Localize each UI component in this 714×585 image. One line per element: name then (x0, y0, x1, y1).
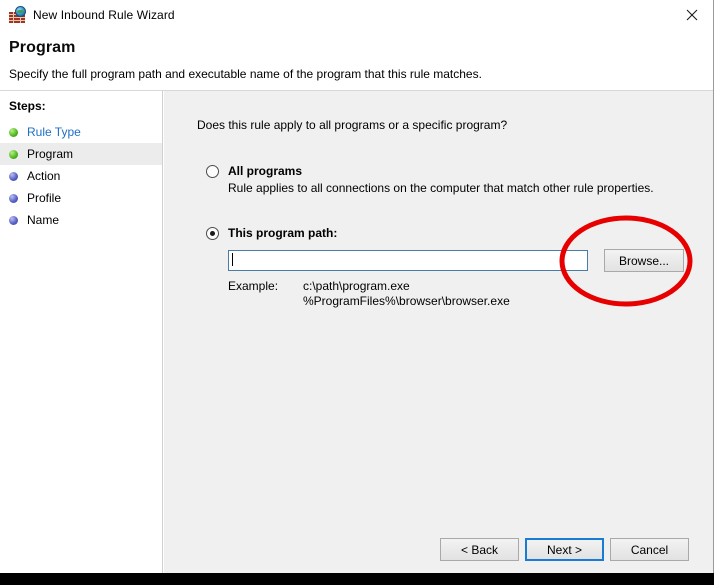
page-title: Program (9, 39, 76, 56)
window-title: New Inbound Rule Wizard (33, 7, 175, 22)
sidebar-item-label: Rule Type (27, 125, 81, 139)
steps-heading: Steps: (9, 99, 46, 113)
title-bar: New Inbound Rule Wizard (0, 0, 713, 29)
sidebar-item-program[interactable]: Program (0, 143, 162, 165)
back-button[interactable]: < Back (440, 538, 519, 561)
step-bullet-icon (9, 193, 18, 203)
program-path-row: Browse... (228, 249, 684, 272)
browse-button[interactable]: Browse... (604, 249, 684, 272)
question-text: Does this rule apply to all programs or … (197, 118, 508, 132)
sidebar-item-label: Name (27, 213, 60, 227)
footer-bar: < Back Next > Cancel (164, 521, 713, 573)
program-path-input[interactable] (228, 250, 588, 271)
sidebar-item-label: Action (27, 169, 61, 183)
step-bullet-icon (9, 215, 18, 225)
example-block: Example: c:\path\program.exe %ProgramFil… (228, 278, 510, 308)
example-value: %ProgramFiles%\browser\browser.exe (303, 293, 510, 308)
option-label: All programs (228, 164, 303, 178)
firewall-icon (9, 5, 26, 23)
step-bullet-icon (9, 171, 18, 181)
example-value: c:\path\program.exe (303, 278, 410, 293)
page-header: Program Specify the full program path an… (0, 29, 713, 91)
wizard-window: New Inbound Rule Wizard Program Specify … (0, 0, 714, 573)
steps-list: Rule Type Program Action Profile Name (0, 121, 162, 231)
cancel-button[interactable]: Cancel (610, 538, 689, 561)
bottom-strip (0, 573, 714, 585)
sidebar-item-label: Profile (27, 191, 62, 205)
step-bullet-icon (9, 127, 18, 137)
close-icon[interactable] (669, 0, 713, 29)
next-button[interactable]: Next > (525, 538, 604, 561)
sidebar-item-name[interactable]: Name (0, 209, 162, 231)
radio-all-programs[interactable] (206, 165, 219, 178)
option-description: Rule applies to all connections on the c… (228, 181, 654, 195)
text-caret (232, 253, 233, 266)
sidebar-item-label: Program (27, 147, 74, 161)
option-all-programs[interactable]: All programs Rule applies to all connect… (206, 164, 654, 195)
content-panel: Does this rule apply to all programs or … (164, 91, 713, 573)
sidebar-item-profile[interactable]: Profile (0, 187, 162, 209)
step-bullet-icon (9, 149, 18, 159)
sidebar-item-rule-type[interactable]: Rule Type (0, 121, 162, 143)
radio-this-program-path[interactable] (206, 227, 219, 240)
steps-sidebar: Steps: Rule Type Program Action Profile … (0, 91, 163, 573)
sidebar-item-action[interactable]: Action (0, 165, 162, 187)
page-subtitle: Specify the full program path and execut… (9, 67, 482, 81)
option-label: This program path: (228, 226, 338, 240)
example-label: Example: (228, 278, 279, 293)
option-this-program-path[interactable]: This program path: Browse... Example: c:… (206, 226, 684, 308)
